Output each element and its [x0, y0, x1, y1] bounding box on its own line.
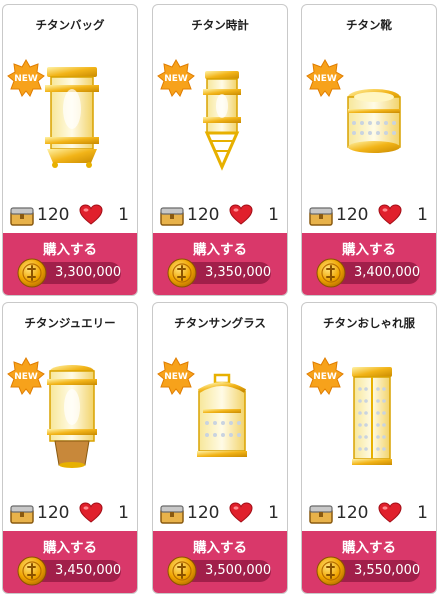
item-card[interactable]: チタンサングラス NEW 120 1 購入する 3,500,000 [152, 302, 288, 594]
heart-icon [378, 204, 402, 225]
item-title: チタンサングラス [174, 316, 266, 330]
box-count: 120 [37, 205, 70, 225]
titanium-fashion-clothes-image [352, 367, 392, 465]
titanium-bag-image [45, 67, 99, 168]
buy-button[interactable]: 購入する 3,300,000 [3, 233, 137, 295]
box-count: 120 [336, 503, 369, 523]
heart-count: 1 [268, 503, 279, 523]
heart-icon [79, 204, 103, 225]
item-card[interactable]: チタンバッグ NEW 120 1 購入する 3,300,000 [2, 4, 138, 296]
item-stats: 120 1 [302, 499, 436, 529]
treasure-box-icon [160, 505, 184, 524]
item-card[interactable]: チタンジュエリー NEW 120 1 購入する 3,450,000 [2, 302, 138, 594]
item-title: チタンジュエリー [24, 316, 116, 330]
heart-icon [229, 204, 253, 225]
price-text: 3,450,000 [55, 563, 122, 578]
heart-count: 1 [118, 503, 129, 523]
price-text: 3,500,000 [205, 563, 272, 578]
coin-icon [17, 556, 47, 586]
item-title: チタンバッグ [35, 18, 105, 32]
buy-label: 購入する [43, 540, 97, 556]
buy-label: 購入する [193, 242, 247, 258]
box-count: 120 [187, 205, 220, 225]
price-text: 3,300,000 [55, 265, 122, 280]
item-title: チタン靴 [346, 18, 392, 32]
coin-icon [316, 556, 346, 586]
item-stats: 120 1 [3, 201, 137, 231]
heart-icon [378, 502, 402, 523]
treasure-box-icon [10, 207, 34, 226]
price-text: 3,350,000 [205, 265, 272, 280]
titanium-watch-image [203, 71, 241, 171]
item-card[interactable]: チタンおしゃれ服 NEW 120 1 購入する 3,550,000 [301, 302, 437, 594]
price-text: 3,400,000 [354, 265, 421, 280]
buy-label: 購入する [342, 242, 396, 258]
heart-count: 1 [417, 205, 428, 225]
heart-count: 1 [268, 205, 279, 225]
item-stats: 120 1 [153, 499, 287, 529]
coin-icon [167, 258, 197, 288]
coin-icon [17, 258, 47, 288]
titanium-shoes-image [347, 89, 401, 153]
titanium-sunglasses-image [197, 373, 247, 457]
buy-label: 購入する [193, 540, 247, 556]
heart-icon [79, 502, 103, 523]
treasure-box-icon [160, 207, 184, 226]
treasure-box-icon [309, 207, 333, 226]
buy-button[interactable]: 購入する 3,350,000 [153, 233, 287, 295]
item-card[interactable]: チタン時計 NEW 120 1 購入する 3,350,000 [152, 4, 288, 296]
box-count: 120 [187, 503, 220, 523]
heart-count: 1 [417, 503, 428, 523]
coin-icon [167, 556, 197, 586]
buy-label: 購入する [342, 540, 396, 556]
buy-label: 購入する [43, 242, 97, 258]
coin-icon [316, 258, 346, 288]
treasure-box-icon [309, 505, 333, 524]
buy-button[interactable]: 購入する 3,450,000 [3, 531, 137, 593]
item-title: チタン時計 [191, 18, 249, 32]
heart-icon [229, 502, 253, 523]
heart-count: 1 [118, 205, 129, 225]
titanium-jewelry-image [47, 365, 97, 468]
treasure-box-icon [10, 505, 34, 524]
buy-button[interactable]: 購入する 3,550,000 [302, 531, 436, 593]
item-stats: 120 1 [302, 201, 436, 231]
buy-button[interactable]: 購入する 3,400,000 [302, 233, 436, 295]
shop-item-grid: チタンバッグ NEW 120 1 購入する 3,300,000 チタン時計 NE… [0, 0, 442, 598]
box-count: 120 [37, 503, 70, 523]
price-text: 3,550,000 [354, 563, 421, 578]
box-count: 120 [336, 205, 369, 225]
item-stats: 120 1 [3, 499, 137, 529]
item-card[interactable]: チタン靴 NEW 120 1 購入する 3,400,000 [301, 4, 437, 296]
item-stats: 120 1 [153, 201, 287, 231]
item-title: チタンおしゃれ服 [323, 316, 415, 330]
buy-button[interactable]: 購入する 3,500,000 [153, 531, 287, 593]
